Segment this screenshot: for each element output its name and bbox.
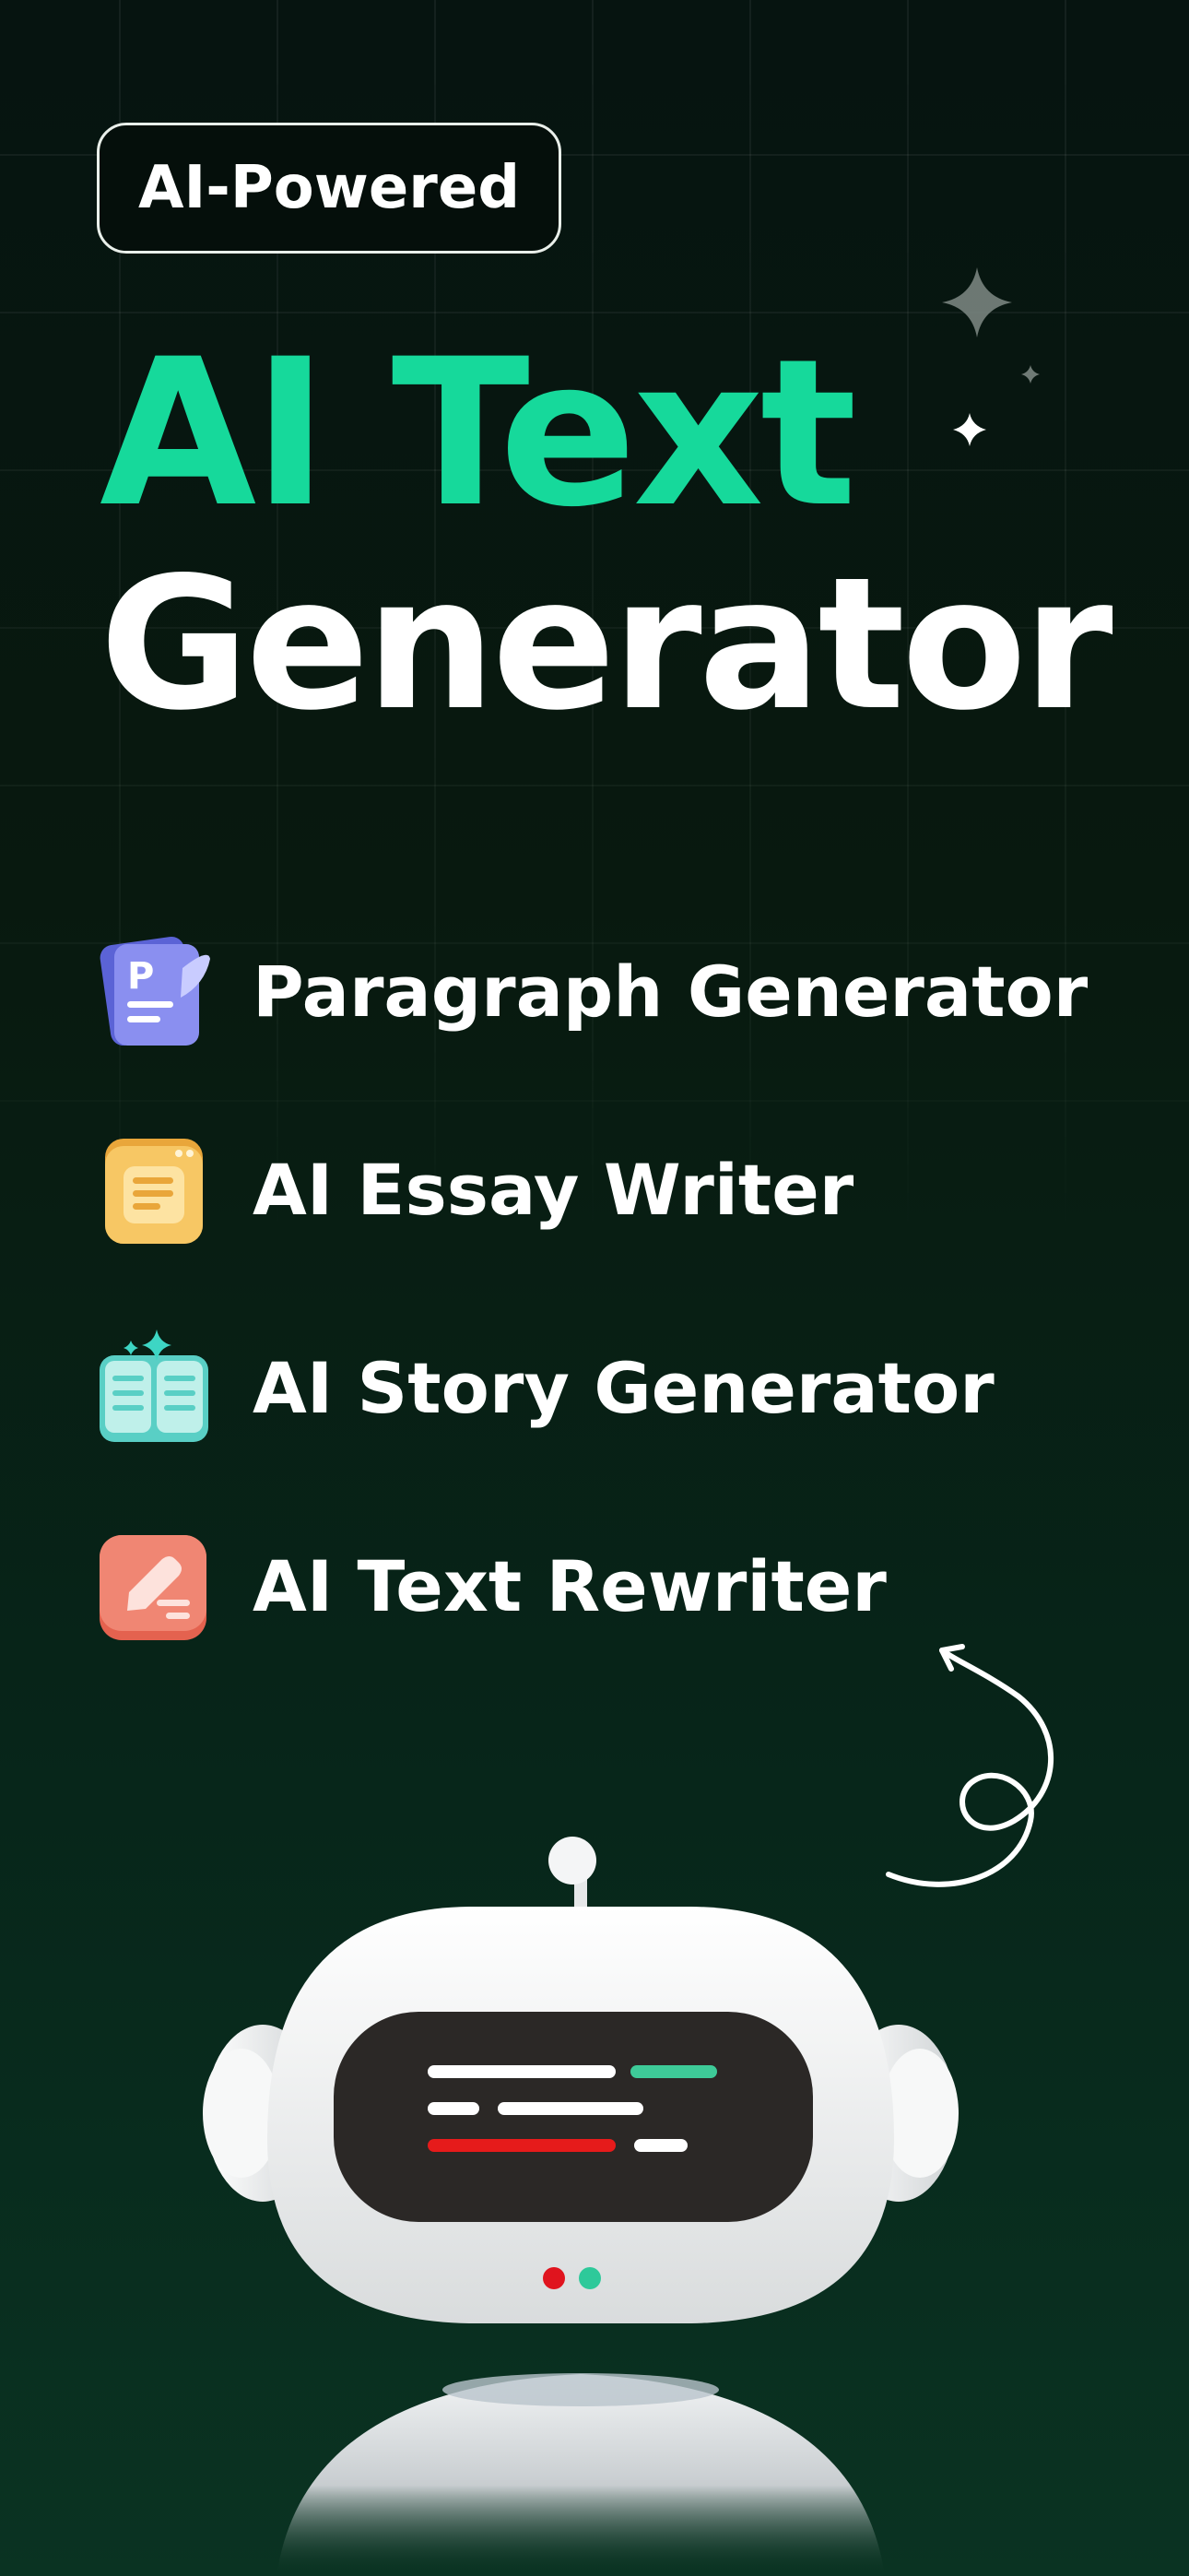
svg-text:P: P: [127, 955, 154, 998]
feature-item-ai-story-generator[interactable]: AI Story Generator: [92, 1328, 995, 1448]
robot-illustration: [203, 1837, 959, 2576]
ai-powered-badge: AI-Powered: [97, 123, 561, 254]
pen-edit-icon: [100, 1535, 206, 1640]
feature-label: AI Essay Writer: [253, 1148, 854, 1231]
open-book-sparkle-icon: [100, 1329, 208, 1442]
feature-label: AI Story Generator: [253, 1346, 995, 1429]
feature-label: Paragraph Generator: [253, 950, 1089, 1033]
feature-label: AI Text Rewriter: [253, 1544, 887, 1627]
essay-notepad-icon: [105, 1139, 203, 1244]
badge-label: AI-Powered: [137, 154, 521, 222]
sparkles-decoration: [942, 267, 1040, 446]
hero-title-line-1: AI Text: [100, 315, 857, 551]
feature-item-ai-essay-writer[interactable]: AI Essay Writer: [92, 1129, 853, 1249]
hero-title-line-2: Generator: [100, 538, 1113, 750]
paragraph-document-icon: P: [100, 936, 210, 1046]
feature-item-ai-text-rewriter[interactable]: AI Text Rewriter: [92, 1526, 887, 1646]
feature-item-paragraph-generator[interactable]: P Paragraph Generator: [92, 931, 1088, 1051]
